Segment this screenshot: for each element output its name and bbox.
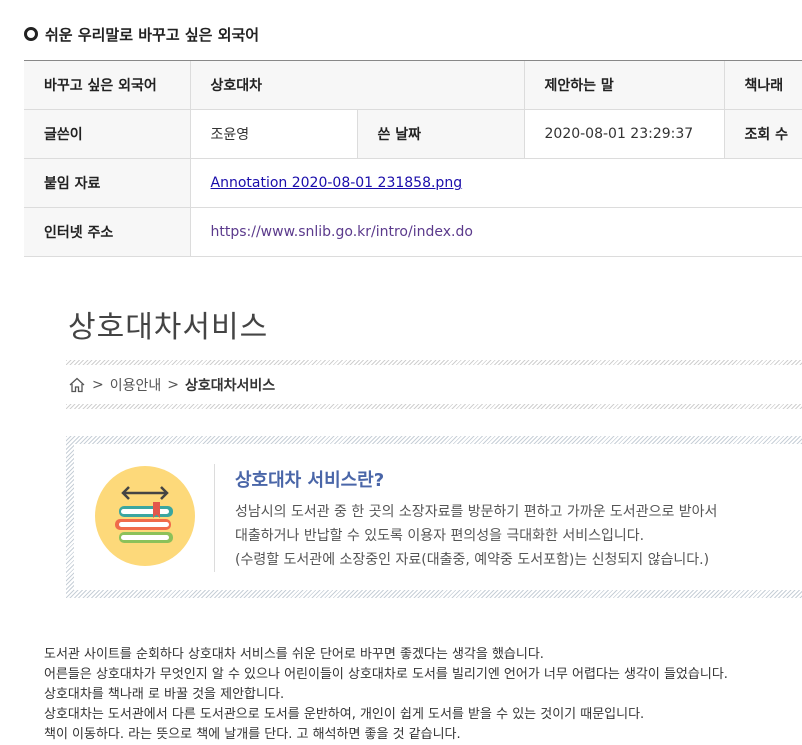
breadcrumb-separator: > [92, 377, 104, 393]
date-label: 쓴 날짜 [356, 109, 524, 159]
service-description: 성남시의 도서관 중 한 곳의 소장자료를 방문하기 편하고 가까운 도서관으로… [235, 500, 802, 572]
views-label: 조회 수 [723, 109, 802, 159]
body-line: 상호대차는 도서관에서 다른 도서관으로 도서를 운반하여, 개인이 쉽게 도서… [44, 707, 645, 722]
breadcrumb: > 이용안내 > 상호대차서비스 [68, 374, 275, 396]
author-value: 조윤영 [189, 109, 357, 159]
embedded-page-heading: 상호대차서비스 [68, 310, 269, 345]
books-icon [95, 466, 195, 566]
service-line: 성남시의 도서관 중 한 곳의 소장자료를 방문하기 편하고 가까운 도서관으로… [235, 504, 718, 520]
service-info-box: 상호대차 서비스란? 성남시의 도서관 중 한 곳의 소장자료를 방문하기 편하… [66, 436, 802, 598]
suggestion-label: 제안하는 말 [523, 60, 724, 110]
table-row: 바꾸고 싶은 외국어 상호대차 제안하는 말 책나래 [24, 60, 802, 110]
service-line: 대출하거나 반납할 수 있도록 이용자 편의성을 극대화한 서비스입니다. [235, 528, 645, 544]
breadcrumb-item[interactable]: 이용안내 [110, 375, 162, 395]
body-line: 책이 이동하다. 라는 뜻으로 책에 날개를 단다. 고 해석하면 좋을 것 같… [44, 727, 461, 742]
table-row: 글쓴이 조윤영 쓴 날짜 2020-08-01 23:29:37 조회 수 [24, 109, 802, 159]
foreign-word-label: 바꾸고 싶은 외국어 [24, 60, 190, 110]
home-icon[interactable] [68, 376, 86, 394]
body-line: 상호대차를 책나래 로 바꿀 것을 제안합니다. [44, 687, 285, 702]
attachment-link[interactable]: Annotation 2020-08-01 231858.png [211, 175, 463, 191]
suggestion-value: 책나래 [723, 60, 802, 110]
circle-bullet-icon [24, 27, 38, 41]
breadcrumb-current: 상호대차서비스 [185, 378, 276, 394]
table-row: 붙임 자료 Annotation 2020-08-01 231858.png [24, 158, 802, 208]
foreign-word-value: 상호대차 [189, 60, 524, 110]
body-line: 도서관 사이트를 순회하다 상호대차 서비스를 쉬운 단어로 바꾸면 좋겠다는 … [44, 647, 544, 662]
service-title: 상호대차 서비스란? [235, 470, 385, 491]
date-value: 2020-08-01 23:29:37 [523, 109, 724, 159]
attachment-label: 붙임 자료 [24, 158, 190, 208]
section-title-text: 쉬운 우리말로 바꾸고 싶은 외국어 [45, 25, 260, 44]
hatch-divider [66, 404, 802, 409]
attachment-cell: Annotation 2020-08-01 231858.png [189, 158, 802, 208]
table-row: 인터넷 주소 https://www.snlib.go.kr/intro/ind… [24, 207, 802, 257]
post-body: 도서관 사이트를 순회하다 상호대차 서비스를 쉬운 단어로 바꾸면 좋겠다는 … [44, 645, 802, 745]
url-value[interactable]: https://www.snlib.go.kr/intro/index.do [211, 224, 473, 240]
section-title: 쉬운 우리말로 바꾸고 싶은 외국어 [24, 22, 259, 46]
service-info-inner: 상호대차 서비스란? 성남시의 도서관 중 한 곳의 소장자료를 방문하기 편하… [74, 444, 802, 590]
url-cell: https://www.snlib.go.kr/intro/index.do [189, 207, 802, 257]
service-divider [214, 464, 215, 572]
url-label: 인터넷 주소 [24, 207, 190, 257]
author-label: 글쓴이 [24, 109, 190, 159]
service-line: (수령할 도서관에 소장중인 자료(대출중, 예약중 도서포함)는 신청되지 않… [235, 552, 710, 568]
breadcrumb-separator: > [167, 377, 179, 393]
body-line: 어른들은 상호대차가 무엇인지 알 수 있으나 어린이들이 상호대차로 도서를 … [44, 667, 728, 682]
hatch-divider [66, 360, 802, 365]
post-meta-table: 바꾸고 싶은 외국어 상호대차 제안하는 말 책나래 글쓴이 조윤영 쓴 날짜 … [24, 60, 802, 257]
books-illustration [115, 486, 173, 543]
